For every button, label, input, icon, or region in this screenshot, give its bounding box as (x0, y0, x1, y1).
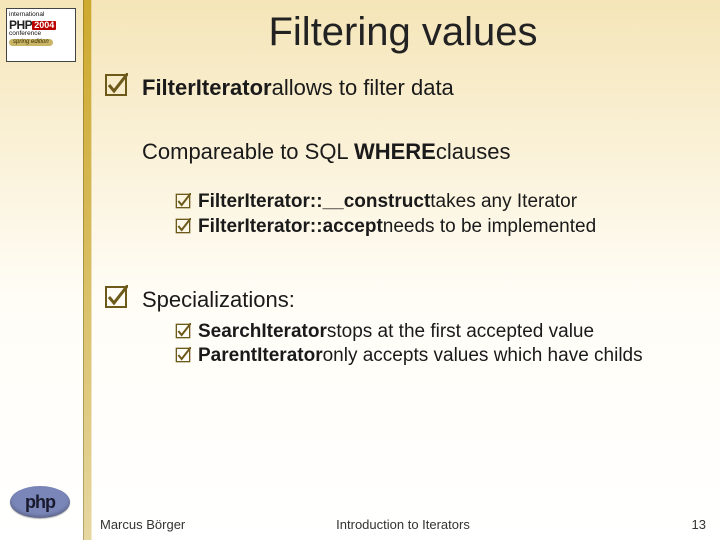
sub-3b-tail: needs to be implemented (383, 216, 596, 237)
sub-3b-bold: FilterIterator::accept (198, 216, 383, 237)
sub-3b-text: FilterIterator::acceptneeds to be implem… (198, 215, 596, 240)
footer-page: 13 (692, 517, 706, 532)
check-icon (174, 217, 192, 235)
bullet-3-group: FilterIterator::__constructtakes any Ite… (100, 190, 706, 239)
bullet-1: FilterIteratorallows to filter data (100, 74, 706, 102)
slide: international PHP2004 conference spring … (0, 0, 720, 540)
logo-line-conference: conference (9, 31, 73, 38)
bullet-4-label: Specializations: (142, 287, 295, 312)
sub-bullet-4a: SearchIteratorstops at the first accepte… (174, 320, 706, 345)
sub-4a-bold: SearchIterator (198, 321, 327, 342)
sub-bullet-3b: FilterIterator::acceptneeds to be implem… (174, 215, 706, 240)
sub-4b-bold: ParentIterator (198, 345, 323, 366)
bullet-2-post: clauses (436, 139, 511, 164)
logo-year: 2004 (32, 21, 56, 30)
sub-4a-tail: stops at the first accepted value (327, 321, 594, 342)
check-icon (174, 192, 192, 210)
bullet-2: Compareable to SQL WHEREclauses (100, 138, 706, 166)
bullet-4-text: Specializations: (142, 286, 706, 314)
bullet-1-bold: FilterIterator (142, 75, 272, 100)
bullet-2-pre: Compareable to SQL (142, 139, 354, 164)
bullet-4: Specializations: SearchIteratorstops at … (100, 286, 706, 369)
slide-title: Filtering values (100, 10, 706, 55)
bullet-2-text: Compareable to SQL WHEREclauses (142, 138, 706, 166)
sub-4b-text: ParentIteratoronly accepts values which … (198, 344, 643, 369)
logo-tag: spring edition (9, 39, 53, 45)
footer: Marcus Börger Introduction to Iterators … (100, 517, 706, 532)
sub-3a-bold: FilterIterator::__construct (198, 191, 430, 212)
sub-3a-text: FilterIterator::__constructtakes any Ite… (198, 190, 577, 215)
sub-bullet-4b: ParentIteratoronly accepts values which … (174, 344, 706, 369)
left-column: international PHP2004 conference spring … (0, 0, 80, 540)
check-icon (174, 322, 192, 340)
footer-title: Introduction to Iterators (100, 517, 706, 532)
check-icon (103, 284, 129, 310)
bullet-1-text: FilterIteratorallows to filter data (142, 74, 706, 102)
sub-3a-tail: takes any Iterator (430, 191, 577, 212)
sub-4a-text: SearchIteratorstops at the first accepte… (198, 320, 594, 345)
check-icon (103, 72, 129, 98)
sub-4b-tail: only accepts values which have childs (323, 345, 643, 366)
bullet-1-tail: allows to filter data (272, 75, 454, 100)
conference-logo: international PHP2004 conference spring … (6, 8, 76, 62)
vertical-divider (83, 0, 92, 540)
php-logo-text: php (25, 492, 55, 513)
content-area: Filtering values FilterIteratorallows to… (100, 0, 706, 540)
check-icon (174, 346, 192, 364)
sub-bullet-3a: FilterIterator::__constructtakes any Ite… (174, 190, 706, 215)
php-logo: php (10, 486, 70, 518)
bullet-2-bold: WHERE (354, 139, 436, 164)
